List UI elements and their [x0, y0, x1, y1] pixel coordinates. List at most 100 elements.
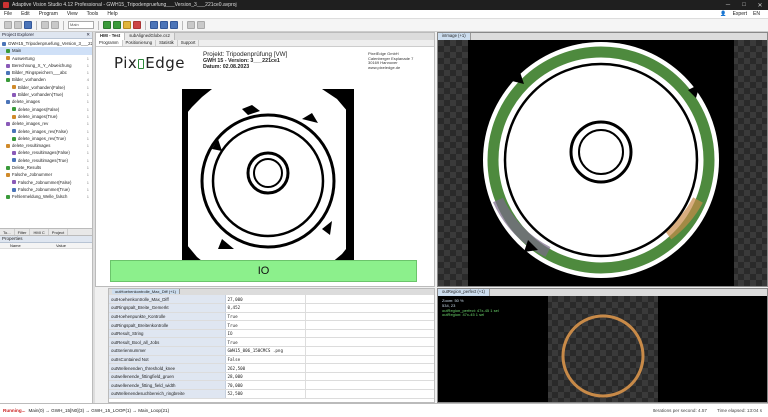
tree-item[interactable]: delete_images(True) 1	[0, 113, 92, 120]
tab-output-values[interactable]: outHoehenkontrolle_Max_Diff (+1)	[112, 289, 180, 294]
tree-item-label: delete_images	[12, 99, 40, 105]
macrofilter-icon	[6, 100, 10, 105]
empty-cell	[305, 363, 434, 373]
maximize-button[interactable]: □	[736, 2, 752, 9]
table-row[interactable]: outwellenende_fitting_field_width 70,000	[109, 380, 434, 391]
tree-item-label: delete_images_rev	[12, 121, 49, 127]
tree-item-label: delete_resultimages	[12, 143, 51, 149]
menu-file[interactable]: File	[4, 11, 12, 17]
tree-item[interactable]: Delete_Results 1	[0, 164, 92, 171]
output-value: False	[225, 355, 306, 365]
table-row[interactable]: outwellenende_fittingfield_gruen 28,000	[109, 372, 434, 382]
tree-item[interactable]: GWH15_Tripodenpruefung_Version_3___221ce…	[0, 40, 92, 47]
tab-hmi-controls[interactable]: HMI C	[30, 229, 49, 235]
language-selector[interactable]: EN	[753, 11, 760, 17]
redo-icon[interactable]	[51, 21, 59, 29]
inspection-image[interactable]	[438, 40, 767, 286]
tab-filter[interactable]: Filter	[15, 229, 31, 235]
settings-icon[interactable]	[197, 21, 205, 29]
tree-item[interactable]: Falsche_Jobnummer(True) 1	[0, 186, 92, 193]
iterate-icon[interactable]	[113, 21, 121, 29]
hmi-editor: HMI - Test subAlignedGlobe.cs2 Programm …	[95, 32, 435, 287]
tree-item[interactable]: delete_images_rev 1	[0, 120, 92, 127]
close-button[interactable]: ✕	[752, 2, 768, 9]
tree-item-label: Bilder_vorhanden(True)	[18, 92, 64, 98]
menu-edit[interactable]: Edit	[21, 11, 30, 17]
tab-inimage[interactable]: inImage (+1)	[438, 33, 471, 40]
menu-tools[interactable]: Tools	[87, 11, 99, 17]
tree-item[interactable]: Berechnung_X_Y_Abweichung 1	[0, 62, 92, 69]
close-panel-icon[interactable]: ✕	[86, 32, 92, 38]
macrofilter-icon	[6, 194, 10, 199]
program-dropdown[interactable]: Main	[68, 21, 94, 29]
tree-item[interactable]: delete_images_rev(True) 1	[0, 135, 92, 142]
tab-statistik[interactable]: Statistik	[156, 40, 178, 46]
table-row[interactable]: outRingspalt_Breitenkontrolle True	[109, 320, 434, 330]
macrofilter-icon	[6, 48, 10, 53]
open-file-icon[interactable]	[14, 21, 22, 29]
output-value: True	[225, 337, 306, 348]
table-row[interactable]: outWellenenden_threshold_knee 262,500	[109, 363, 434, 373]
tab-positionierung[interactable]: Positionierung	[123, 40, 157, 46]
tree-item[interactable]: delete_images(False) 1	[0, 106, 92, 113]
pixeledge-logo: Pix Edge	[114, 54, 185, 72]
user-level[interactable]: Expert	[733, 11, 747, 17]
tree-item[interactable]: Falsche_Jobnummer 1	[0, 171, 92, 178]
new-file-icon[interactable]	[4, 21, 12, 29]
table-row[interactable]: outResult_String IO	[109, 329, 434, 339]
tab-subaligned[interactable]: subAlignedGlobe.cs2	[125, 33, 175, 40]
tree-item[interactable]: delete_resultimages(False) 1	[0, 149, 92, 156]
macrofilter-icon	[6, 63, 10, 68]
tree-item[interactable]: delete_resultimages(True) 1	[0, 157, 92, 164]
tree-item[interactable]: delete_resultimages 1	[0, 142, 92, 149]
project-explorer-panel: Project Explorer ✕ GWH15_Tripodenpruefun…	[0, 32, 93, 403]
binary-image-view[interactable]	[182, 89, 354, 269]
table-row[interactable]: outRingspalt_Breite_Gemerkt 0,452	[109, 303, 434, 313]
run-icon[interactable]	[103, 21, 111, 29]
pause-icon[interactable]	[123, 21, 131, 29]
tab-project[interactable]: Project	[49, 229, 69, 235]
save-icon[interactable]	[24, 21, 32, 29]
step-over-icon[interactable]	[150, 21, 158, 29]
table-row[interactable]: outWellenendesuchbereich_ringbreite 52,50…	[109, 389, 434, 399]
menu-view[interactable]: View	[67, 11, 78, 17]
tree-item[interactable]: delete_images 1	[0, 98, 92, 105]
macrofilter-icon	[12, 129, 16, 134]
tab-support[interactable]: Support	[178, 40, 200, 46]
layout-icon[interactable]	[187, 21, 195, 29]
table-row[interactable]: outIsContained Not False	[109, 355, 434, 365]
step-out-icon[interactable]	[170, 21, 178, 29]
step-into-icon[interactable]	[160, 21, 168, 29]
tree-item[interactable]: Bilder_vorhanden(True) 1	[0, 91, 92, 98]
tree-item-label: delete_resultimages(True)	[18, 157, 68, 163]
tree-item[interactable]: Bilder_vorhanden(False) 1	[0, 84, 92, 91]
tree-item[interactable]: Bilder_vorhanden 4	[0, 76, 92, 83]
stop-icon[interactable]	[133, 21, 141, 29]
tree-item[interactable]: Auswertung 1	[0, 55, 92, 62]
minimize-button[interactable]: ─	[720, 2, 736, 9]
table-row[interactable]: outResult_Bool_all_Jobs True	[109, 337, 434, 348]
menu-help[interactable]: Help	[107, 11, 117, 17]
running-status: Running...	[3, 408, 26, 413]
tab-toolbox[interactable]: To...	[0, 229, 15, 235]
output-value: 70,000	[225, 380, 306, 391]
empty-cell	[305, 320, 434, 330]
table-row[interactable]: outHoehenpunkte_Kontrolle True	[109, 312, 434, 322]
tree-item[interactable]: Fehlermeldung_Welle_falsch 1	[0, 193, 92, 200]
tree-item-label: Bilder_Ringspeichern___abc	[12, 70, 67, 76]
tab-programm[interactable]: Programm	[96, 40, 123, 46]
tree-item-label: GWH15_Tripodenpruefung_Version_3___221ce…	[8, 41, 92, 46]
tree-item[interactable]: Falsche_Jobnummer(False) 1	[0, 179, 92, 186]
tree-item[interactable]: Main	[0, 47, 92, 55]
tree-item[interactable]: delete_images_rev(False) 1	[0, 128, 92, 135]
macrofilter-icon	[12, 92, 16, 97]
output-name: outHoehenpunkte_Kontrolle	[109, 312, 226, 322]
tree-item[interactable]: Bilder_Ringspeichern___abc 1	[0, 69, 92, 76]
table-row[interactable]: outHoehenkontrolle_Max_Diff 27,000	[109, 295, 434, 305]
tab-hmi-test[interactable]: HMI - Test	[96, 33, 126, 40]
undo-icon[interactable]	[41, 21, 49, 29]
table-row[interactable]: outSeriennummer GWH15_006_150CMCS .png	[109, 346, 434, 356]
tab-outregion[interactable]: outRegion_perfect (+1)	[438, 289, 490, 296]
menu-program[interactable]: Program	[39, 11, 58, 17]
output-value: 28,000	[225, 372, 306, 382]
